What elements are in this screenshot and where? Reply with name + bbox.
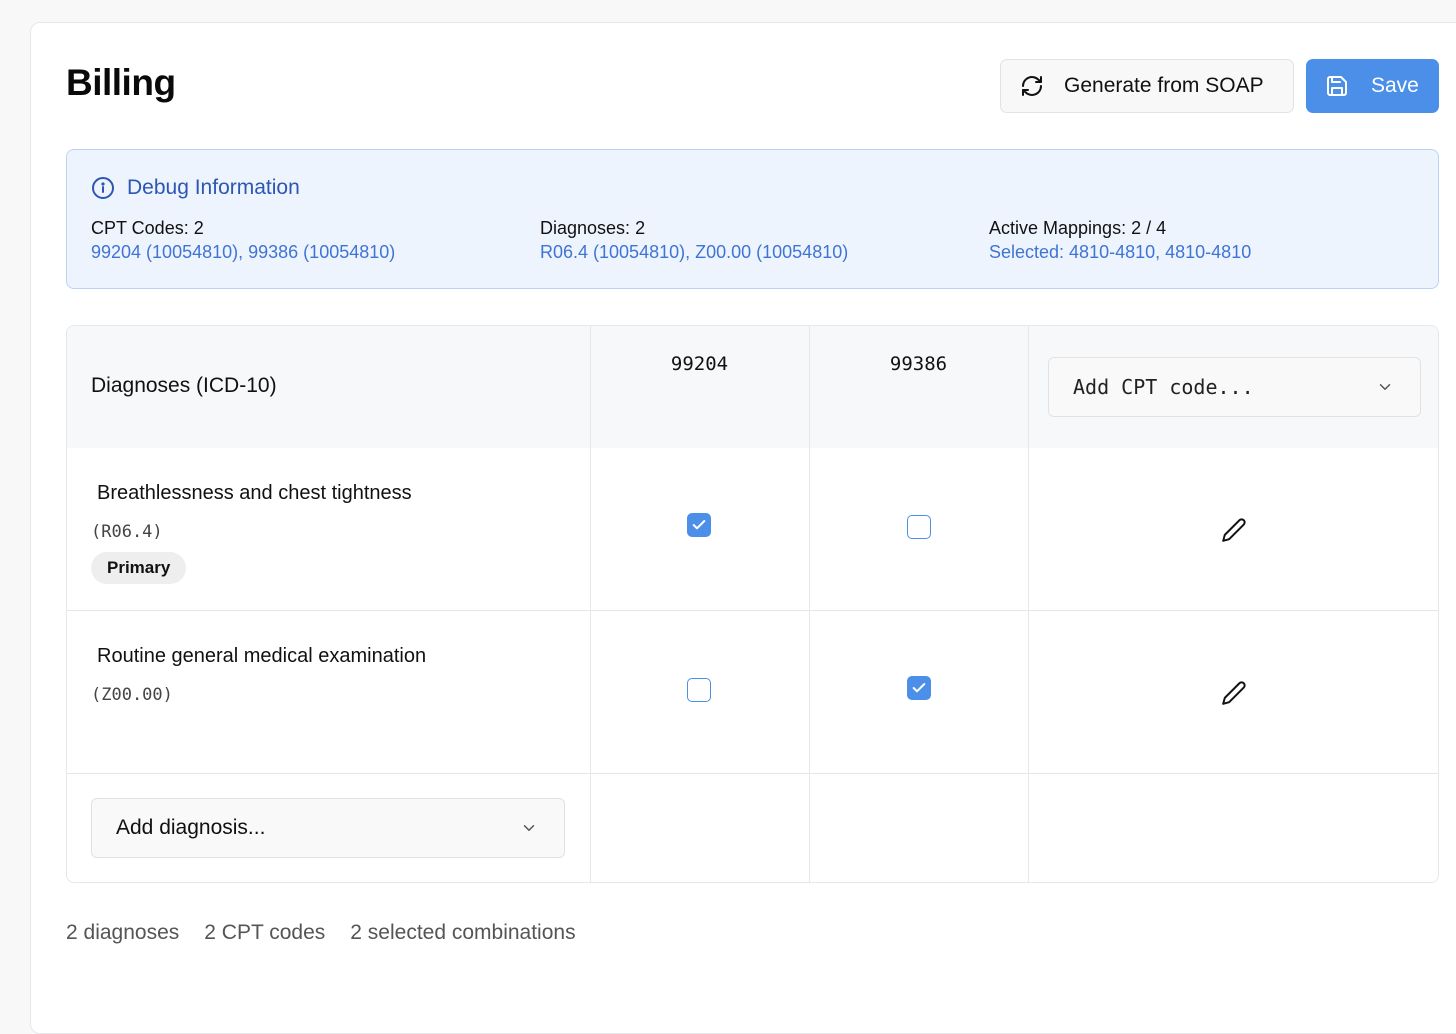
grid-divider [67, 610, 1438, 611]
refresh-icon [1020, 74, 1044, 98]
debug-title: Debug Information [127, 176, 300, 199]
debug-cpt-label: CPT Codes: [91, 218, 189, 238]
cpt-column-header: 99386 [889, 353, 948, 375]
mapping-checkbox[interactable] [907, 676, 931, 700]
grid-divider [590, 326, 591, 882]
diagnoses-count: 2 diagnoses [66, 921, 180, 944]
save-icon [1325, 74, 1349, 98]
debug-mappings-detail: Selected: 4810-4810, 4810-4810 [989, 242, 1252, 262]
cpt-column-header: 99204 [670, 353, 729, 375]
generate-from-soap-button[interactable]: Generate from SOAP [1000, 59, 1294, 113]
diagnosis-code: (R06.4) [91, 522, 163, 542]
debug-diagnoses-detail: R06.4 (10054810), Z00.00 (10054810) [540, 242, 849, 262]
debug-diagnoses-column: Diagnoses: 2 R06.4 (10054810), Z00.00 (1… [540, 216, 848, 264]
add-diagnosis-select[interactable]: Add diagnosis... [91, 798, 565, 858]
debug-info-box: Debug Information CPT Codes: 2 99204 (10… [66, 149, 1439, 289]
selected-combinations-count: 2 selected combinations [350, 921, 576, 944]
grid-divider [67, 773, 1438, 774]
add-cpt-placeholder: Add CPT code... [1073, 375, 1254, 399]
primary-badge: Primary [91, 552, 187, 584]
mapping-checkbox[interactable] [687, 678, 711, 702]
debug-mappings-column: Active Mappings: 2 / 4 Selected: 4810-48… [989, 216, 1251, 264]
diagnosis-code: (Z00.00) [91, 685, 173, 705]
page-title: Billing [66, 62, 176, 103]
mapping-checkbox[interactable] [907, 515, 931, 539]
billing-grid: Diagnoses (ICD-10) 99204 99386 Add CPT c… [66, 325, 1439, 883]
chevron-down-icon [520, 819, 538, 837]
save-button[interactable]: Save [1306, 59, 1439, 113]
info-icon [91, 176, 115, 200]
cpt-codes-count: 2 CPT codes [204, 921, 326, 944]
debug-diagnoses-label: Diagnoses: [540, 218, 631, 238]
save-button-label: Save [1371, 74, 1419, 97]
diagnoses-column-header: Diagnoses (ICD-10) [91, 374, 277, 397]
debug-mappings-count: 2 / 4 [1131, 218, 1167, 238]
debug-mappings-label: Active Mappings: [989, 218, 1127, 238]
edit-pencil-icon[interactable] [1221, 680, 1247, 706]
debug-cpt-count: 2 [193, 218, 204, 238]
generate-button-label: Generate from SOAP [1064, 74, 1264, 97]
checkmark-icon [692, 520, 706, 530]
chevron-down-icon [1376, 378, 1394, 396]
add-diagnosis-placeholder: Add diagnosis... [116, 816, 266, 839]
summary-footer: 2 diagnoses 2 CPT codes 2 selected combi… [66, 921, 576, 945]
checkmark-icon [912, 683, 926, 693]
diagnosis-name: Routine general medical examination [97, 645, 427, 667]
debug-cpt-detail: 99204 (10054810), 99386 (10054810) [91, 242, 396, 262]
diagnosis-name: Breathlessness and chest tightness [97, 482, 412, 504]
debug-diagnoses-count: 2 [635, 218, 646, 238]
edit-pencil-icon[interactable] [1221, 517, 1247, 543]
debug-cpt-column: CPT Codes: 2 99204 (10054810), 99386 (10… [91, 216, 395, 264]
add-cpt-code-select[interactable]: Add CPT code... [1048, 357, 1421, 417]
mapping-checkbox[interactable] [687, 513, 711, 537]
debug-header: Debug Information [91, 176, 300, 200]
grid-divider [809, 326, 810, 882]
grid-divider [1028, 326, 1029, 882]
